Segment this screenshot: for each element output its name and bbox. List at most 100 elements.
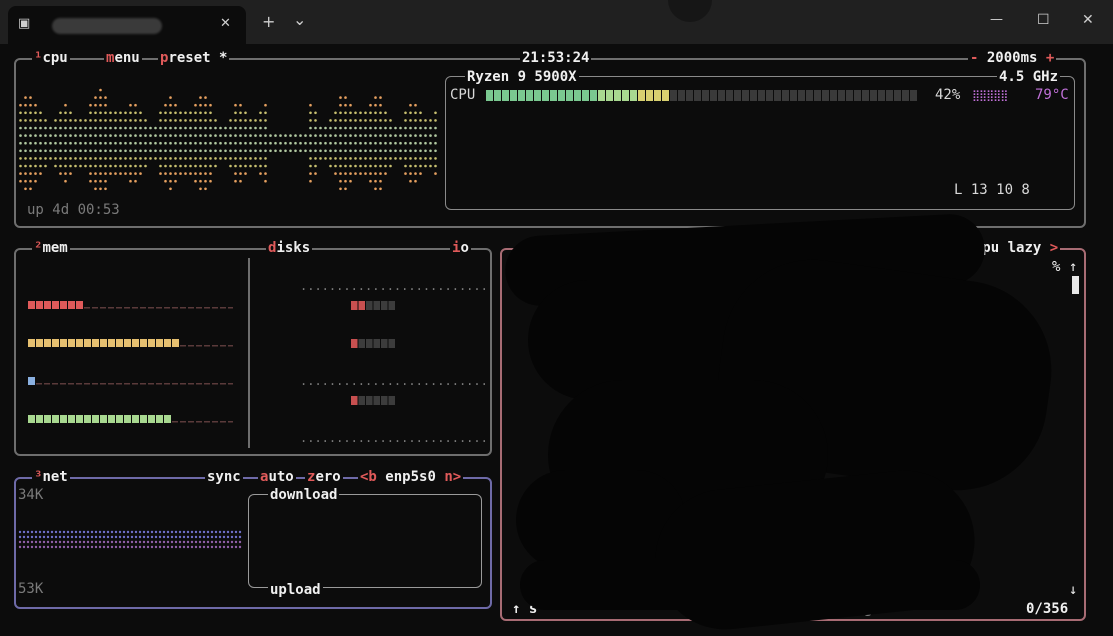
net-graph-dot bbox=[134, 540, 138, 544]
net-graph-dot bbox=[134, 545, 138, 549]
cpu-graph-dot bbox=[339, 96, 342, 99]
mem-meter-cell bbox=[212, 383, 218, 385]
cpu-graph-dot bbox=[379, 96, 382, 99]
cpu-total-meter-cell bbox=[702, 90, 709, 101]
net-graph-dot bbox=[158, 535, 162, 539]
cpu-graph-dot bbox=[414, 103, 417, 107]
net-graph-dot bbox=[146, 530, 150, 534]
cpu-graph-dot bbox=[134, 103, 137, 107]
mem-meter-cell bbox=[156, 415, 163, 423]
cpu-graph-dot bbox=[239, 149, 242, 153]
mem-meter-cell bbox=[76, 301, 83, 309]
interval-control[interactable]: - 2000ms + bbox=[968, 49, 1057, 67]
cpu-total-meter-cell bbox=[510, 90, 517, 101]
cpu-graph-dot bbox=[234, 149, 237, 153]
mem-meter-cell bbox=[172, 339, 179, 347]
net-graph-dot bbox=[150, 540, 154, 544]
auto-toggle[interactable]: auto bbox=[258, 468, 296, 486]
cpu-graph-dot bbox=[189, 126, 192, 130]
cpu-graph-dot bbox=[344, 157, 347, 160]
new-tab-button[interactable]: + bbox=[262, 12, 275, 32]
cpu-graph-dot bbox=[159, 111, 162, 115]
mem-meter-cell bbox=[84, 339, 91, 347]
cpu-graph-dot bbox=[234, 141, 237, 145]
cpu-graph-dot bbox=[94, 179, 97, 183]
cpu-graph-dot bbox=[364, 164, 367, 168]
scroll-down-icon[interactable]: ↓ bbox=[1069, 581, 1077, 600]
cpu-graph-dot bbox=[24, 141, 27, 145]
cpu-graph-dot bbox=[259, 134, 262, 137]
mem-title[interactable]: ²mem bbox=[32, 239, 70, 257]
cpu-graph-dot bbox=[119, 134, 122, 137]
cpu-graph-dot bbox=[389, 141, 392, 145]
cpu-graph-dot bbox=[99, 88, 102, 92]
cpu-graph-dot bbox=[124, 157, 127, 160]
cpu-graph-dot bbox=[404, 126, 407, 130]
mem-meter bbox=[28, 301, 233, 309]
cpu-graph-dot bbox=[219, 134, 222, 137]
cpu-total-meter-cell bbox=[862, 90, 869, 101]
interface-selector[interactable]: <b enp5s0 n> bbox=[358, 468, 464, 486]
sync-toggle[interactable]: sync bbox=[205, 468, 243, 486]
interval-decrease[interactable]: - bbox=[970, 50, 978, 66]
net-title[interactable]: ³net bbox=[32, 468, 70, 486]
cpu-graph-dot bbox=[214, 126, 217, 130]
cpu-total-meter-cell bbox=[726, 90, 733, 101]
cpu-graph-dot bbox=[404, 172, 407, 175]
cpu-graph-dot bbox=[119, 149, 122, 153]
mem-meter-cell bbox=[180, 307, 186, 309]
net-graph-dot bbox=[178, 535, 182, 539]
net-graph-dot bbox=[210, 545, 214, 549]
cpu-graph-dot bbox=[29, 172, 32, 175]
cpu-graph-dot bbox=[204, 96, 207, 99]
tab-close-icon[interactable]: ✕ bbox=[220, 14, 231, 34]
net-graph-dot bbox=[202, 545, 206, 549]
cpu-graph-dot bbox=[54, 164, 57, 168]
prev-interface[interactable]: <b bbox=[360, 469, 377, 485]
cpu-graph-dot bbox=[369, 103, 372, 107]
cpu-graph-dot bbox=[309, 179, 312, 183]
cpu-graph-dot bbox=[399, 149, 402, 153]
net-graph-dot bbox=[234, 545, 238, 549]
minimize-button[interactable]: — bbox=[990, 10, 1003, 30]
zero-toggle[interactable]: zero bbox=[305, 468, 343, 486]
net-graph-dot bbox=[46, 535, 50, 539]
cpu-graph-dot bbox=[339, 149, 342, 153]
cpu-title[interactable]: ¹cpu bbox=[32, 49, 70, 67]
proc-scrollbar-thumb[interactable] bbox=[1072, 276, 1079, 294]
interval-increase[interactable]: + bbox=[1046, 50, 1054, 66]
cpu-graph-dot bbox=[39, 157, 42, 160]
cpu-graph-dot bbox=[244, 111, 247, 115]
cpu-graph-dot bbox=[244, 149, 247, 153]
cpu-graph-dot bbox=[179, 149, 182, 153]
net-graph-dot bbox=[130, 530, 134, 534]
menu-button[interactable]: menu bbox=[104, 49, 142, 67]
close-button[interactable]: ✕ bbox=[1082, 10, 1094, 30]
cpu-graph-dot bbox=[404, 141, 407, 145]
disks-title[interactable]: disks bbox=[266, 239, 313, 257]
cpu-graph-dot bbox=[59, 134, 62, 137]
io-toggle[interactable]: io bbox=[450, 239, 471, 257]
cpu-graph-dot bbox=[344, 134, 347, 137]
cpu-graph-dot bbox=[434, 164, 437, 168]
maximize-button[interactable]: ☐ bbox=[1037, 10, 1050, 30]
cpu-graph-dot bbox=[174, 149, 177, 153]
cpu-graph-dot bbox=[339, 126, 342, 130]
cpu-graph-dot bbox=[394, 126, 397, 130]
tab-dropdown-button[interactable]: ⌄ bbox=[293, 10, 306, 30]
net-graph-dot bbox=[170, 540, 174, 544]
net-graph-dot bbox=[190, 535, 194, 539]
scroll-up-icon[interactable]: ↑ bbox=[1069, 258, 1077, 277]
next-interface[interactable]: n> bbox=[444, 469, 461, 485]
net-graph-dot bbox=[22, 545, 26, 549]
cpu-graph-dot bbox=[99, 172, 102, 175]
net-graph-dot bbox=[234, 540, 238, 544]
cpu-total-meter-cell bbox=[854, 90, 861, 101]
cpu-graph-dot bbox=[274, 141, 277, 145]
cpu-graph-dot bbox=[379, 157, 382, 160]
cpu-graph-dot bbox=[369, 134, 372, 137]
preset-button[interactable]: preset * bbox=[158, 49, 230, 67]
mem-meter-cell bbox=[228, 383, 233, 385]
terminal-tab[interactable]: ▣ ✕ bbox=[8, 6, 246, 44]
cpu-total-meter-cell bbox=[838, 90, 845, 101]
